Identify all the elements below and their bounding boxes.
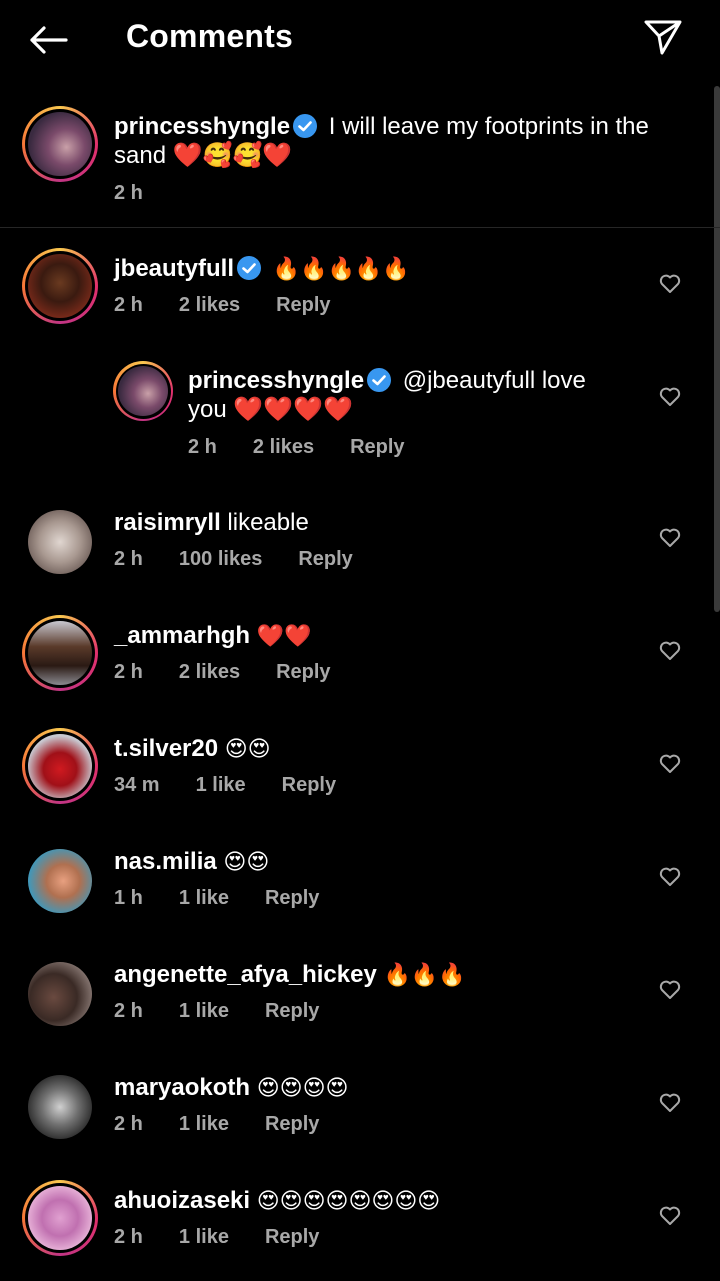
- comment-time: 2 h: [114, 661, 143, 683]
- username[interactable]: angenette_afya_hickey: [114, 961, 377, 988]
- like-button[interactable]: [658, 272, 682, 296]
- comment-time: 2 h: [114, 1226, 143, 1248]
- avatar[interactable]: [22, 1180, 98, 1256]
- username[interactable]: nas.milia: [114, 848, 217, 875]
- comment-meta: 2 h 100 likes Reply: [114, 548, 389, 571]
- share-button[interactable]: [642, 16, 684, 58]
- avatar[interactable]: [22, 615, 98, 691]
- comment-time: 34 m: [114, 774, 160, 796]
- comment-time: 2 h: [188, 436, 217, 458]
- heart-icon: [659, 980, 681, 999]
- likes-count[interactable]: 1 like: [179, 1113, 229, 1136]
- reply-button[interactable]: Reply: [350, 436, 404, 459]
- reply-button[interactable]: Reply: [276, 294, 330, 317]
- comment-time: 1 h: [114, 887, 143, 909]
- avatar[interactable]: [28, 962, 92, 1026]
- comment-meta: 2 h 1 like Reply: [114, 1000, 355, 1023]
- comment-meta: 2 h 2 likes Reply: [188, 436, 441, 459]
- top-bar: Comments: [0, 0, 720, 80]
- like-button[interactable]: [658, 1204, 682, 1228]
- comment-text: 🔥🔥🔥🔥🔥: [272, 257, 410, 282]
- comment-time: 2 h: [114, 294, 143, 316]
- reply-button[interactable]: Reply: [265, 1000, 319, 1023]
- username[interactable]: princesshyngle: [188, 367, 364, 394]
- comment-time: 2 h: [114, 1113, 143, 1135]
- verified-badge-icon: [367, 368, 392, 392]
- scrollbar[interactable]: [714, 86, 720, 612]
- username[interactable]: ahuoizaseki: [114, 1187, 250, 1214]
- avatar[interactable]: [28, 1075, 92, 1139]
- divider: [0, 227, 720, 228]
- likes-count[interactable]: 1 like: [179, 1226, 229, 1249]
- likes-count[interactable]: 2 likes: [179, 294, 240, 317]
- verified-badge-icon: [293, 114, 318, 138]
- like-button[interactable]: [658, 865, 682, 889]
- reply-button[interactable]: Reply: [265, 1226, 319, 1249]
- paper-plane-icon: [644, 20, 682, 55]
- comment-text: 😍😍😍😍😍😍😍😍: [256, 1189, 441, 1214]
- heart-icon: [659, 274, 681, 293]
- comment-text: 🔥🔥🔥: [383, 963, 466, 988]
- heart-icon: [659, 387, 681, 406]
- comment-text: 😍😍: [223, 850, 270, 875]
- username[interactable]: _ammarhgh: [114, 622, 250, 649]
- heart-icon: [659, 867, 681, 886]
- username[interactable]: princesshyngle: [114, 113, 290, 140]
- arrow-left-icon: [30, 26, 68, 54]
- comment-text: 😍😍: [224, 737, 271, 762]
- reply-button[interactable]: Reply: [265, 887, 319, 910]
- heart-icon: [659, 1093, 681, 1112]
- comment-meta: 2 h: [114, 182, 179, 205]
- reply-button[interactable]: Reply: [282, 774, 336, 797]
- comment-text: ❤️❤️: [256, 624, 312, 649]
- like-button[interactable]: [658, 385, 682, 409]
- back-button[interactable]: [26, 20, 70, 60]
- username[interactable]: maryaokoth: [114, 1074, 250, 1101]
- comment-meta: 2 h 1 like Reply: [114, 1113, 355, 1136]
- reply-button[interactable]: Reply: [276, 661, 330, 684]
- heart-icon: [659, 641, 681, 660]
- heart-icon: [659, 528, 681, 547]
- comment-time: 2 h: [114, 548, 143, 570]
- like-button[interactable]: [658, 526, 682, 550]
- username[interactable]: jbeautyfull: [114, 255, 234, 282]
- avatar[interactable]: [22, 248, 98, 324]
- likes-count[interactable]: 2 likes: [253, 436, 314, 459]
- comment-meta: 2 h 2 likes Reply: [114, 661, 367, 684]
- likes-count[interactable]: 100 likes: [179, 548, 262, 571]
- reply-button[interactable]: Reply: [265, 1113, 319, 1136]
- username[interactable]: raisimryll: [114, 509, 221, 536]
- comment-time: 2 h: [114, 182, 143, 204]
- avatar[interactable]: [22, 728, 98, 804]
- comment-text: 😍😍😍😍: [256, 1076, 349, 1101]
- page-title: Comments: [126, 18, 293, 54]
- comment-time: 2 h: [114, 1000, 143, 1022]
- likes-count[interactable]: 1 like: [179, 887, 229, 910]
- avatar[interactable]: [28, 849, 92, 913]
- like-button[interactable]: [658, 639, 682, 663]
- comment-meta: 2 h 2 likes Reply: [114, 294, 367, 317]
- comment-text: likeable: [227, 509, 309, 536]
- likes-count[interactable]: 1 like: [179, 1000, 229, 1023]
- avatar[interactable]: [28, 510, 92, 574]
- heart-icon: [659, 1206, 681, 1225]
- likes-count[interactable]: 2 likes: [179, 661, 240, 684]
- comment-meta: 1 h 1 like Reply: [114, 887, 355, 910]
- likes-count[interactable]: 1 like: [196, 774, 246, 797]
- like-button[interactable]: [658, 752, 682, 776]
- avatar[interactable]: [22, 106, 98, 182]
- comment-meta: 2 h 1 like Reply: [114, 1226, 355, 1249]
- reply-button[interactable]: Reply: [298, 548, 352, 571]
- verified-badge-icon: [237, 256, 262, 280]
- like-button[interactable]: [658, 1091, 682, 1115]
- username[interactable]: t.silver20: [114, 735, 218, 762]
- heart-icon: [659, 754, 681, 773]
- avatar[interactable]: [113, 361, 173, 421]
- like-button[interactable]: [658, 978, 682, 1002]
- comment-meta: 34 m 1 like Reply: [114, 774, 372, 797]
